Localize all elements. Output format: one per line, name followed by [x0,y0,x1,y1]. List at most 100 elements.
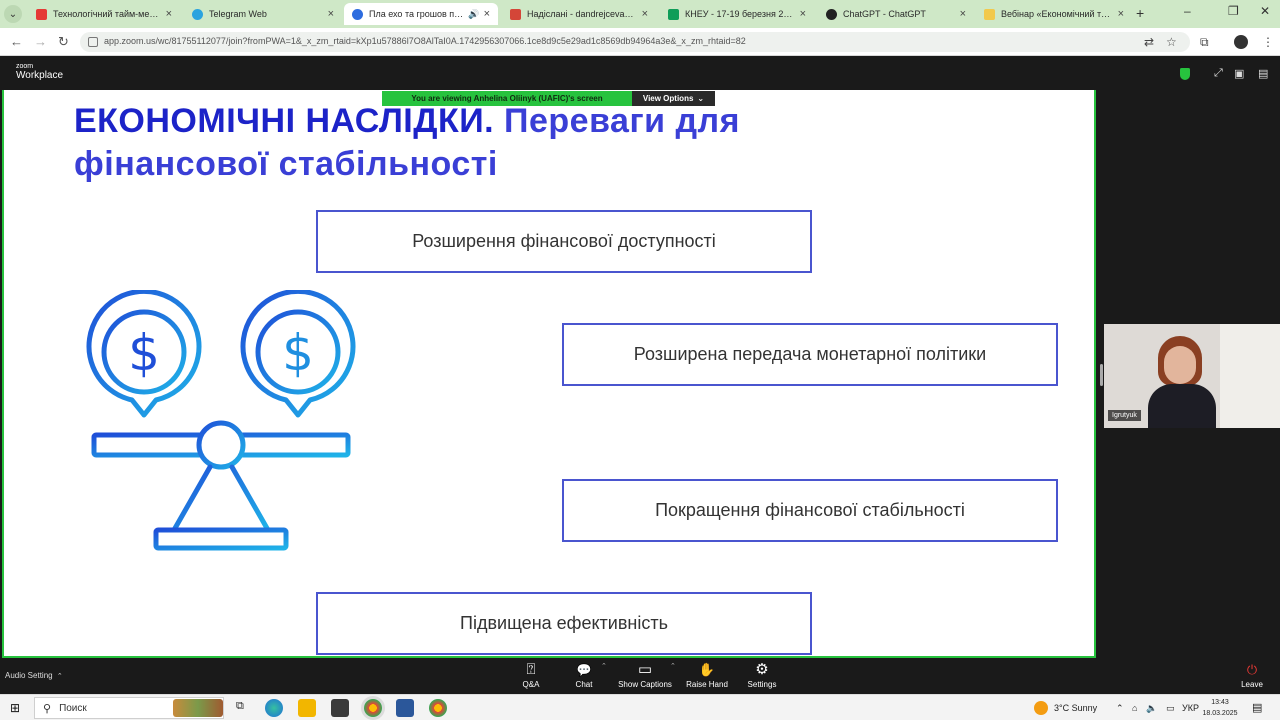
minimize-icon[interactable]: – [1184,4,1191,18]
participant-face [1164,346,1196,384]
edge-browser-icon[interactable] [265,699,283,717]
chat-label: Chat [575,680,593,689]
search-icon: ⚲ [43,702,52,715]
search-highlight-image [173,699,223,717]
participant-name-tag: Igrutyuk [1108,410,1141,421]
zoom-top-bar: zoom Workplace [0,56,1280,90]
language-indicator[interactable]: УКР [1182,703,1199,713]
youtube-favicon-icon [36,8,47,20]
volume-icon[interactable]: 🔈 [1146,703,1157,714]
address-bar[interactable]: app.zoom.us/wc/81755112077/join?fromPWA=… [80,32,1190,52]
taskbar-clock[interactable]: 13:43 18.03.2025 [1200,697,1240,719]
benefit-box-stability: Покращення фінансової стабільності [562,479,1058,542]
slide-title-main: ЕКОНОМІЧНІ НАСЛІДКИ. [74,102,495,140]
chrome-active-icon[interactable] [364,699,382,717]
clock-time: 13:43 [1211,699,1229,706]
leave-icon: ⏻ [1246,662,1258,677]
weather-text[interactable]: 3°C Sunny [1054,703,1097,713]
more-options-icon[interactable]: ▤ [1258,67,1268,80]
tab-close-icon[interactable]: × [642,8,648,20]
profile-avatar-icon[interactable] [1234,35,1248,49]
translate-icon[interactable]: ⇄ [1144,35,1154,49]
tab-close-icon[interactable]: × [960,8,966,20]
view-layout-icon[interactable]: ▣ [1234,67,1244,80]
url-text: app.zoom.us/wc/81755112077/join?fromPWA=… [104,36,746,46]
viewing-banner: You are viewing Anhelina Oliinyk (UAFIC)… [382,91,632,106]
zoom-meeting-toolbar: Audio Setting ⌃ ⍰ Q&A 💬 Chat ⌃ ▭ Show Ca… [0,658,1280,694]
chevron-up-icon: ⌃ [56,673,63,680]
benefit-text: Підвищена ефективність [460,613,668,633]
chat-caret-icon[interactable]: ⌃ [601,662,607,670]
taskbar-search-box[interactable]: ⚲ Поиск [34,697,224,719]
tab-close-icon[interactable]: × [1118,8,1124,20]
back-icon[interactable]: ← [10,34,23,49]
benefit-text: Покращення фінансової стабільності [655,500,965,520]
site-info-icon[interactable] [88,37,98,47]
tab-search-icon[interactable]: ⌄ [4,5,22,23]
browser-tab[interactable]: Технологічний тайм-менедж × [28,3,180,25]
file-explorer-icon[interactable] [298,699,316,717]
tab-title: Telegram Web [209,9,267,19]
show-captions-label: Show Captions [618,680,672,689]
chevron-down-icon: ⌄ [697,94,705,103]
benefit-text: Розширена передача монетарної політики [633,344,987,364]
tab-title: Надіслані - dandrejceva1@gm [527,9,638,19]
settings-button[interactable]: ⚙ Settings [730,660,794,689]
slide-title: ЕКОНОМІЧНІ НАСЛІДКИ. Переваги для фінанс… [74,100,974,186]
browser-tab[interactable]: КНЕУ - 17-19 березня 2025 ос × [660,3,814,25]
browser-tab[interactable]: Telegram Web × [184,3,342,25]
tab-close-icon[interactable]: × [166,8,172,20]
new-tab-icon[interactable]: + [1136,5,1144,21]
zoom-logo: zoom Workplace [16,62,64,81]
tray-chevron-icon[interactable]: ⌃ [1116,703,1124,714]
benefit-text: Розширення фінансової доступності [412,231,716,251]
forward-icon[interactable]: → [34,34,47,49]
word-icon[interactable] [396,699,414,717]
tab-title: КНЕУ - 17-19 березня 2025 ос [685,9,796,19]
leave-label: Leave [1241,680,1263,689]
balance-scale-dollar-icon: $ $ [86,290,356,551]
shared-slide: ЕКОНОМІЧНІ НАСЛІДКИ. Переваги для фінанс… [2,90,1096,658]
browser-tab[interactable]: Вебінар «Економічний тайм × [976,3,1132,25]
ms-store-icon[interactable] [331,699,349,717]
browser-tab-active[interactable]: Пла ехо та грошов перет 🔊 × [344,3,498,25]
chatgpt-favicon-icon [826,8,837,20]
document-favicon-icon [668,8,679,20]
zoom-logo-bottom: Workplace [16,70,64,81]
tab-close-icon[interactable]: × [328,8,334,20]
fullscreen-icon[interactable]: ⤢ [1214,67,1223,80]
audio-settings-button[interactable]: Audio Setting ⌃ [5,671,63,680]
windows-start-icon[interactable]: ⊞ [10,701,20,715]
browser-tab[interactable]: ChatGPT - ChatGPT × [818,3,974,25]
audio-settings-label: Audio Setting [5,671,53,680]
panel-resize-handle[interactable] [1100,364,1103,386]
task-view-icon[interactable]: ⧉ [236,700,244,713]
show-captions-button[interactable]: ▭ Show Captions [613,660,677,689]
participant-video-tile[interactable]: Igrutyuk [1104,324,1280,428]
notifications-icon[interactable]: ▤ [1252,701,1262,714]
close-window-icon[interactable]: ✕ [1260,4,1270,18]
network-icon[interactable]: ⌂ [1132,703,1137,713]
weather-sun-icon [1034,701,1048,715]
settings-label: Settings [747,680,777,689]
reload-icon[interactable]: ↻ [58,34,69,50]
encryption-shield-icon[interactable] [1180,68,1190,80]
chrome-icon[interactable] [429,699,447,717]
view-options-button[interactable]: View Options ⌄ [632,91,715,106]
battery-icon[interactable]: ▭ [1166,703,1175,714]
browser-menu-icon[interactable]: ⋮ [1262,35,1274,49]
leave-button[interactable]: ⏻ Leave [1232,660,1272,689]
slide-title-line2: фінансової стабільності [74,145,498,183]
extensions-icon[interactable]: ⧉ [1200,35,1209,50]
tab-close-icon[interactable]: × [800,8,806,20]
benefit-box-monetary: Розширена передача монетарної політики [562,323,1058,386]
tab-title: Технологічний тайм-менедж [53,9,162,19]
captions-icon: ▭ [637,661,653,678]
tab-title: Вебінар «Економічний тайм [1001,9,1114,19]
speaker-icon[interactable]: 🔊 [468,9,479,20]
tab-title: Пла ехо та грошов перет [369,9,465,19]
tab-close-icon[interactable]: × [484,8,490,20]
maximize-icon[interactable]: ❐ [1228,4,1239,18]
bookmark-star-icon[interactable]: ☆ [1166,35,1177,49]
browser-tab[interactable]: Надіслані - dandrejceva1@gm × [502,3,656,25]
